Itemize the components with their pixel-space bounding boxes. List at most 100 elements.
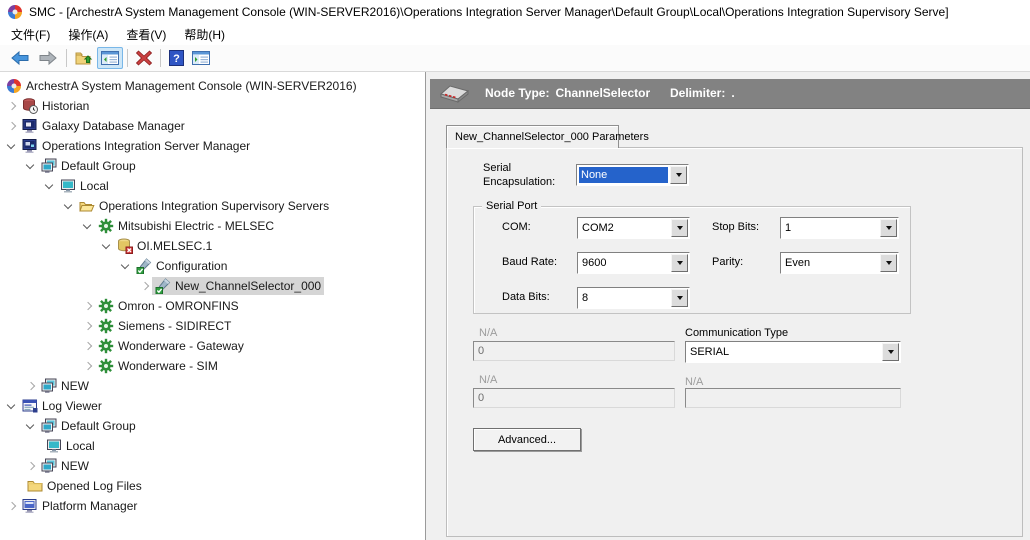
back-button[interactable] xyxy=(6,46,34,70)
tree-item-configuration[interactable]: Configuration xyxy=(0,256,425,276)
chevron-down-icon[interactable] xyxy=(100,239,114,253)
config-icon xyxy=(155,278,171,294)
toolbar-separator xyxy=(127,49,128,67)
config-icon xyxy=(136,258,152,274)
tree-item-operations-integration-server-manager[interactable]: Operations Integration Server Manager xyxy=(0,136,425,156)
tree-item-label: NEW xyxy=(61,459,89,473)
tree-item-default-group[interactable]: Default Group xyxy=(0,416,425,436)
dropdown-arrow-icon[interactable] xyxy=(670,166,687,184)
dropdown-arrow-icon[interactable] xyxy=(880,219,897,237)
tree-item-default-group[interactable]: Default Group xyxy=(0,156,425,176)
db-error-icon xyxy=(117,238,133,254)
tree-item-platform-manager[interactable]: Platform Manager xyxy=(0,496,425,516)
tree-item-opened-log-files[interactable]: Opened Log Files xyxy=(0,476,425,496)
tree-item-new-channelselector-000[interactable]: New_ChannelSelector_000 xyxy=(0,276,425,296)
dropdown-arrow-icon[interactable] xyxy=(880,254,897,272)
stop-bits-label: Stop Bits: xyxy=(712,221,759,233)
dropdown-arrow-icon[interactable] xyxy=(882,343,899,361)
chevron-down-icon[interactable] xyxy=(5,399,19,413)
tree-item-log-viewer[interactable]: Log Viewer xyxy=(0,396,425,416)
chevron-down-icon[interactable] xyxy=(24,419,38,433)
archestra-logo-icon xyxy=(7,4,23,20)
delimiter-value: . xyxy=(731,86,734,100)
dropdown-arrow-icon[interactable] xyxy=(671,254,688,272)
chevron-right-icon[interactable] xyxy=(81,339,95,353)
chevron-right-icon[interactable] xyxy=(5,99,19,113)
tree-item-siemens-sidirect[interactable]: Siemens - SIDIRECT xyxy=(0,316,425,336)
help-button[interactable]: ? xyxy=(165,46,188,70)
parameters-tab[interactable]: New_ChannelSelector_000 Parameters xyxy=(446,125,619,148)
chevron-right-icon[interactable] xyxy=(5,499,19,513)
tree-item-omron-omronfins[interactable]: Omron - OMRONFINS xyxy=(0,296,425,316)
chevron-down-icon[interactable] xyxy=(5,139,19,153)
menu-bar: 文件(F) 操作(A) 查看(V) 帮助(H) xyxy=(0,23,1030,45)
tree-item-label: Wonderware - Gateway xyxy=(118,339,244,353)
console-tree-toggle-button[interactable] xyxy=(97,47,123,69)
na-field-3-input xyxy=(685,388,901,408)
tree-item-label: Log Viewer xyxy=(42,399,102,413)
menu-file[interactable]: 文件(F) xyxy=(2,24,59,45)
dropdown-arrow-icon[interactable] xyxy=(671,219,688,237)
chevron-right-icon[interactable] xyxy=(138,279,152,293)
tree-item-local[interactable]: Local xyxy=(0,436,425,456)
up-folder-icon xyxy=(75,50,93,66)
tree-item-galaxy-database-manager[interactable]: Galaxy Database Manager xyxy=(0,116,425,136)
tree-item-new[interactable]: NEW xyxy=(0,456,425,476)
historian-icon xyxy=(22,98,38,114)
baud-rate-combo[interactable]: 9600 xyxy=(577,252,690,274)
tree-item-label: Local xyxy=(66,439,95,453)
show-panel-button[interactable] xyxy=(188,47,214,69)
chevron-right-icon[interactable] xyxy=(81,359,95,373)
chevron-right-icon[interactable] xyxy=(81,319,95,333)
tree-item-wonderware-gateway[interactable]: Wonderware - Gateway xyxy=(0,336,425,356)
tree-item-oi-melsec-1[interactable]: OI.MELSEC.1 xyxy=(0,236,425,256)
na-field-3-label: N/A xyxy=(685,376,703,388)
menu-help[interactable]: 帮助(H) xyxy=(175,24,234,45)
delete-x-icon xyxy=(136,50,152,66)
tree-item-label: Configuration xyxy=(156,259,227,273)
stop-bits-combo[interactable]: 1 xyxy=(780,217,899,239)
chevron-down-icon[interactable] xyxy=(43,179,57,193)
parity-combo[interactable]: Even xyxy=(780,252,899,274)
na-field-1-label: N/A xyxy=(479,327,497,339)
chevron-down-icon[interactable] xyxy=(24,159,38,173)
galaxy-icon xyxy=(22,118,38,134)
show-panel-icon xyxy=(192,51,210,65)
chevron-right-icon[interactable] xyxy=(24,379,38,393)
tree-item-archestra-system-management-console-win-server2016[interactable]: ArchestrA System Management Console (WIN… xyxy=(0,76,425,96)
tree-item-historian[interactable]: Historian xyxy=(0,96,425,116)
group-icon xyxy=(41,158,57,174)
tree-item-label: NEW xyxy=(61,379,89,393)
chevron-right-icon[interactable] xyxy=(81,299,95,313)
gear-icon xyxy=(98,318,114,334)
parameters-panel: Serial Encapsulation: None Serial Port C… xyxy=(446,147,1023,537)
advanced-button[interactable]: Advanced... xyxy=(473,428,581,451)
forward-button[interactable] xyxy=(34,46,62,70)
tree-item-label: OI.MELSEC.1 xyxy=(137,239,212,253)
node-type-label: Node Type: xyxy=(485,86,549,100)
serial-encapsulation-combo[interactable]: None xyxy=(576,164,689,186)
tree-item-mitsubishi-electric-melsec[interactable]: Mitsubishi Electric - MELSEC xyxy=(0,216,425,236)
delete-button[interactable] xyxy=(132,46,156,70)
tree-item-operations-integration-supervisory-servers[interactable]: Operations Integration Supervisory Serve… xyxy=(0,196,425,216)
dropdown-arrow-icon[interactable] xyxy=(671,289,688,307)
chevron-down-icon[interactable] xyxy=(81,219,95,233)
up-level-button[interactable] xyxy=(71,46,97,70)
menu-view[interactable]: 查看(V) xyxy=(117,24,175,45)
serial-port-groupbox: Serial Port COM: COM2 Stop Bits: 1 Baud … xyxy=(473,206,911,314)
chevron-down-icon[interactable] xyxy=(62,199,76,213)
chevron-right-icon[interactable] xyxy=(5,119,19,133)
tree-item-local[interactable]: Local xyxy=(0,176,425,196)
data-bits-combo[interactable]: 8 xyxy=(577,287,690,309)
tree-item-wonderware-sim[interactable]: Wonderware - SIM xyxy=(0,356,425,376)
tree-item-new[interactable]: NEW xyxy=(0,376,425,396)
communication-type-label: Communication Type xyxy=(685,327,788,339)
communication-type-combo[interactable]: SERIAL xyxy=(685,341,901,363)
tree-item-label: Opened Log Files xyxy=(47,479,142,493)
com-combo[interactable]: COM2 xyxy=(577,217,690,239)
menu-action[interactable]: 操作(A) xyxy=(59,24,117,45)
chevron-down-icon[interactable] xyxy=(119,259,133,273)
folder-closed-icon xyxy=(27,478,43,494)
chevron-right-icon[interactable] xyxy=(24,459,38,473)
console-tree: ArchestrA System Management Console (WIN… xyxy=(0,72,426,540)
